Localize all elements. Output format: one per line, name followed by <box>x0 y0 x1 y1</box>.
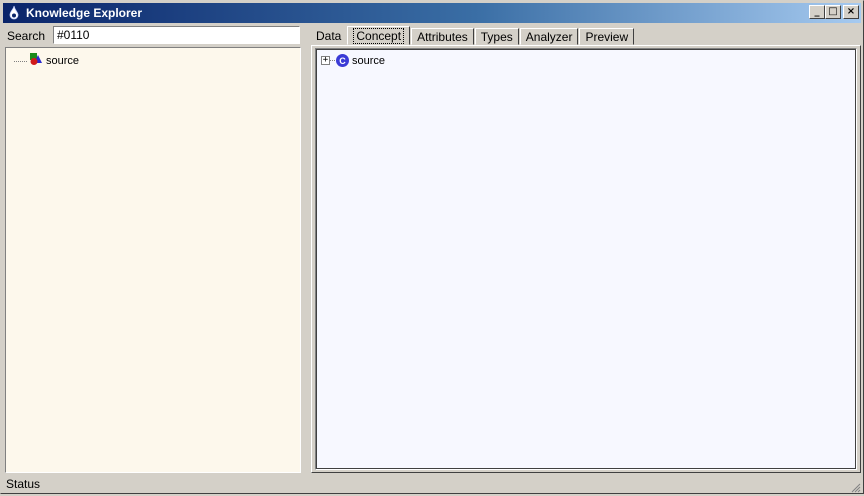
tab-concept[interactable]: Concept <box>347 26 411 45</box>
search-label: Search <box>7 29 46 43</box>
app-window: Knowledge Explorer _ □ × Search so <box>0 0 864 494</box>
tree-item-label: source <box>352 54 386 67</box>
tab-label: Data <box>316 29 342 43</box>
window-title: Knowledge Explorer <box>26 6 143 20</box>
status-text: Status <box>6 477 41 491</box>
tab-preview[interactable]: Preview <box>579 28 635 45</box>
caption-buttons: _ □ × <box>809 5 859 19</box>
tree-item-source[interactable]: source <box>14 53 79 69</box>
search-bar: Search <box>3 25 301 45</box>
pane-splitter[interactable] <box>301 25 309 475</box>
knowledge-tree[interactable]: source <box>5 47 301 473</box>
resize-grip-icon[interactable] <box>849 481 861 493</box>
tab-label: Attributes <box>417 29 468 44</box>
tab-label: Concept <box>353 27 405 44</box>
tab-analyzer[interactable]: Analyzer <box>519 28 579 45</box>
tree-connector <box>330 60 335 61</box>
tab-data[interactable]: Data <box>311 28 347 45</box>
close-button[interactable]: × <box>843 5 859 19</box>
tab-label: Preview <box>585 29 629 44</box>
app-icon <box>6 5 22 21</box>
tab-label: Analyzer <box>525 29 573 44</box>
concept-icon: C <box>336 54 349 67</box>
tree-item-label: source <box>46 55 80 67</box>
tab-types[interactable]: Types <box>474 28 519 45</box>
search-input[interactable] <box>53 26 300 44</box>
concept-tree[interactable]: + C source <box>315 48 857 470</box>
title-bar[interactable]: Knowledge Explorer _ □ × <box>3 3 861 23</box>
right-pane: Data Concept Attributes Types Analyzer P… <box>309 25 861 475</box>
left-pane: Search source <box>3 25 301 475</box>
tab-attributes[interactable]: Attributes <box>411 28 474 45</box>
tab-strip: Data Concept Attributes Types Analyzer P… <box>311 25 635 45</box>
source-shapes-icon <box>29 53 43 69</box>
status-bar: Status <box>3 476 861 493</box>
maximize-button[interactable]: □ <box>825 5 841 19</box>
expand-icon[interactable]: + <box>321 56 330 65</box>
tab-label: Types <box>480 29 513 44</box>
minimize-button[interactable]: _ <box>809 5 825 19</box>
concept-panel: + C source <box>311 45 861 473</box>
tree-connector <box>14 60 27 62</box>
concept-tree-item-source[interactable]: + C source <box>321 54 385 67</box>
